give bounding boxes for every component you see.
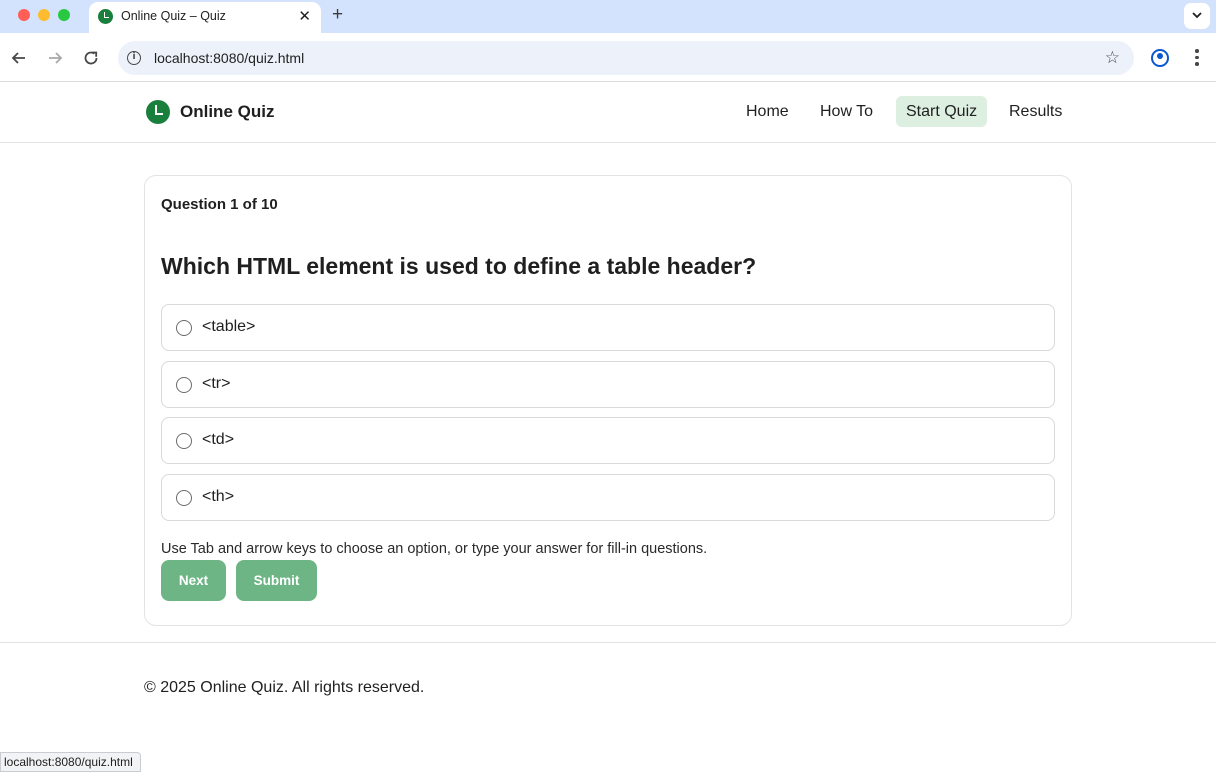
answer-option[interactable]: <th> [161, 474, 1055, 521]
keyboard-hint: Use Tab and arrow keys to choose an opti… [161, 541, 708, 557]
option-label: <tr> [202, 375, 231, 392]
radio-button[interactable] [176, 320, 192, 336]
site-header: Online Quiz Home How To Start Quiz Resul… [0, 82, 1216, 143]
browser-toolbar: i localhost:8080/quiz.html ☆ [0, 33, 1216, 82]
nav-start-quiz[interactable]: Start Quiz [896, 96, 988, 127]
copyright-text: © 2025 Online Quiz. All rights reserved. [144, 679, 425, 696]
radio-button[interactable] [176, 490, 192, 506]
nav-home[interactable]: Home [736, 96, 799, 127]
answer-option[interactable]: <tr> [161, 361, 1055, 408]
quiz-card: Question 1 of 10 Which HTML element is u… [144, 175, 1072, 626]
new-tab-icon[interactable]: + [332, 4, 343, 26]
browser-tab-strip: Online Quiz – Quiz ✕ + [0, 0, 1216, 33]
favicon-icon [98, 9, 113, 24]
radio-button[interactable] [176, 377, 192, 393]
address-url[interactable]: localhost:8080/quiz.html [154, 50, 304, 66]
tab-close-icon[interactable]: ✕ [298, 7, 311, 25]
profile-icon[interactable] [1151, 49, 1169, 67]
forward-arrow-icon[interactable] [45, 48, 65, 68]
option-label: <th> [202, 488, 235, 505]
option-label: <td> [202, 431, 235, 448]
minimize-window-button[interactable] [38, 9, 50, 21]
radio-button[interactable] [176, 433, 192, 449]
nav-results[interactable]: Results [999, 96, 1072, 127]
reload-icon[interactable] [81, 48, 101, 68]
submit-button[interactable]: Submit [236, 560, 317, 601]
question-text: Which HTML element is used to define a t… [161, 253, 757, 279]
next-button[interactable]: Next [161, 560, 226, 601]
tab-search-button[interactable] [1184, 3, 1210, 29]
site-footer: © 2025 Online Quiz. All rights reserved. [0, 642, 1216, 771]
clock-logo-icon [146, 100, 170, 124]
answer-option[interactable]: <td> [161, 417, 1055, 464]
browser-menu-icon[interactable] [1195, 49, 1199, 67]
tab-title: Online Quiz – Quiz [121, 9, 226, 23]
close-window-button[interactable] [18, 9, 30, 21]
question-counter: Question 1 of 10 [161, 196, 278, 213]
nav-how-to[interactable]: How To [810, 96, 883, 127]
chevron-down-icon [1192, 12, 1202, 19]
maximize-window-button[interactable] [58, 9, 70, 21]
site-info-icon[interactable]: i [127, 51, 141, 65]
brand-name[interactable]: Online Quiz [180, 102, 274, 122]
address-bar[interactable]: i localhost:8080/quiz.html ☆ [118, 41, 1134, 75]
link-status-bar: localhost:8080/quiz.html [0, 752, 141, 772]
option-label: <table> [202, 318, 256, 335]
bookmark-star-icon[interactable]: ☆ [1105, 48, 1120, 68]
browser-tab[interactable]: Online Quiz – Quiz ✕ [89, 2, 321, 33]
answer-option[interactable]: <table> [161, 304, 1055, 351]
back-arrow-icon[interactable] [9, 48, 29, 68]
